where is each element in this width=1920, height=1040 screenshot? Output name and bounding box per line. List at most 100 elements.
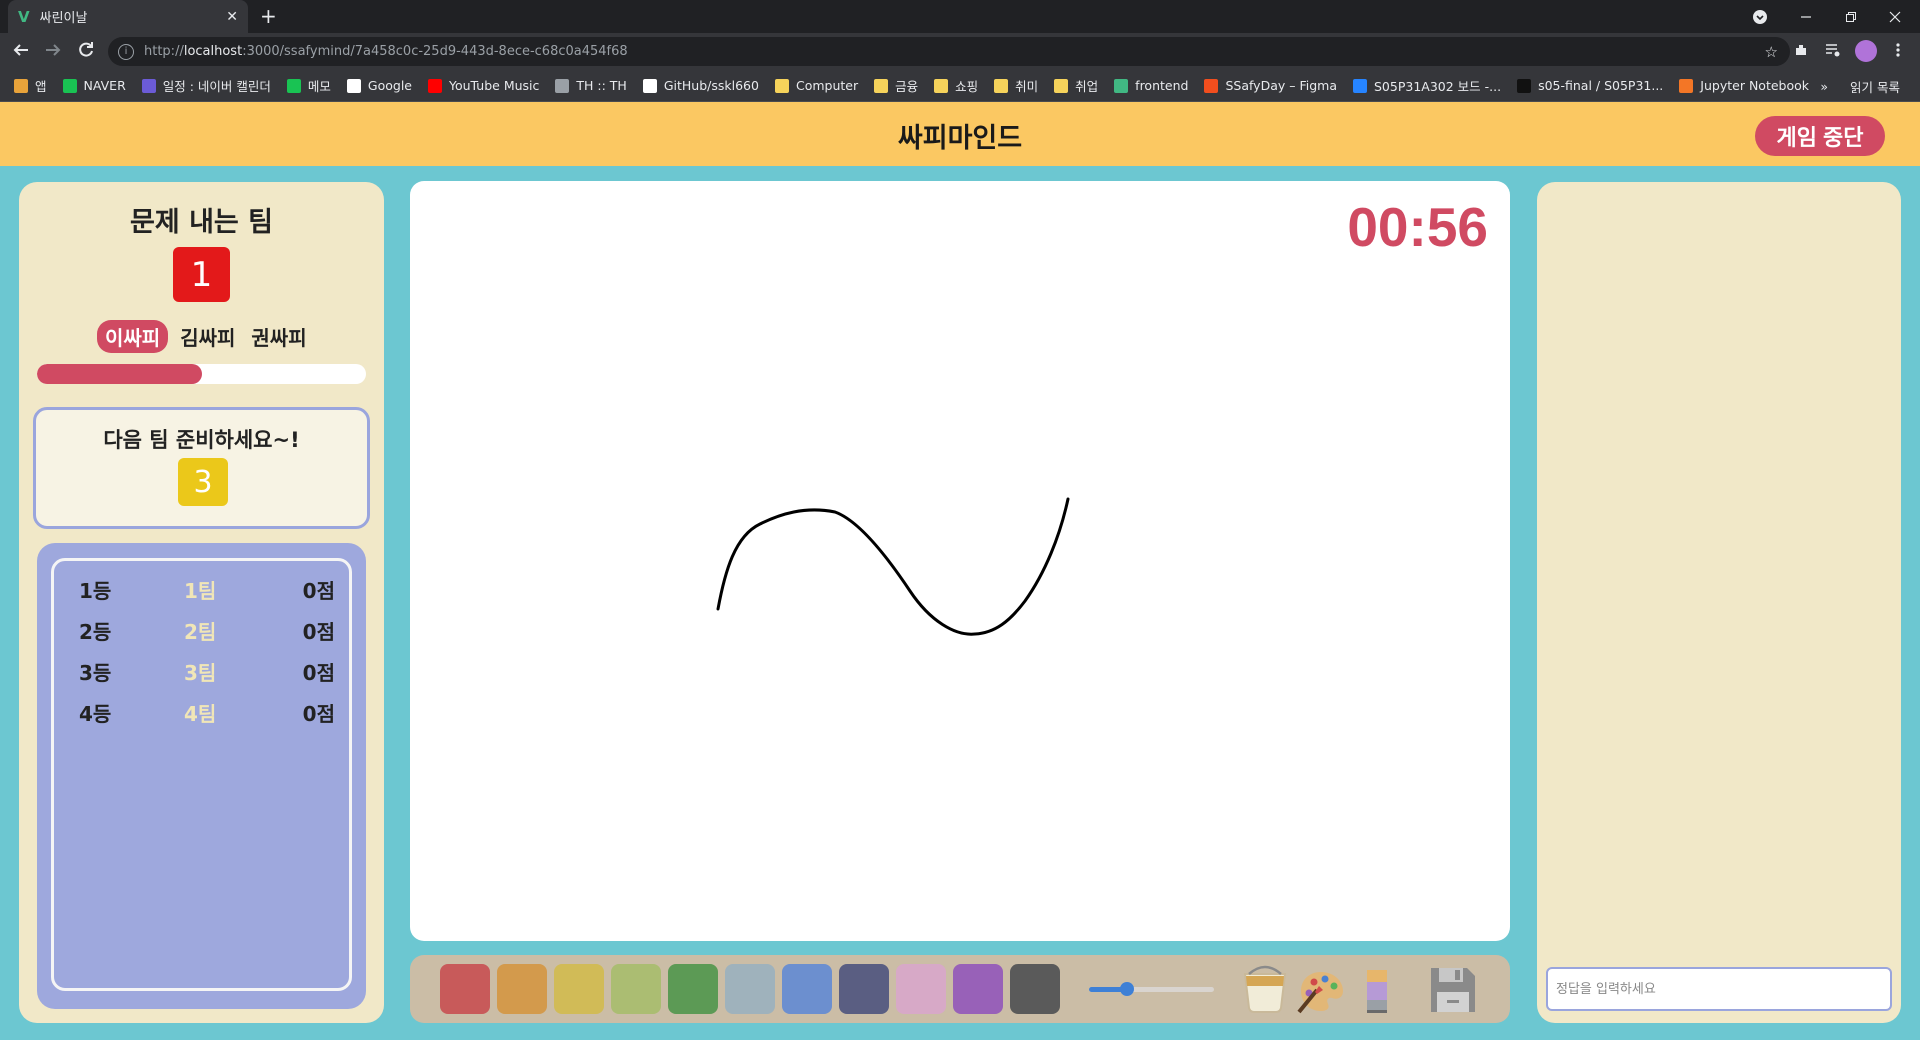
color-swatch[interactable] bbox=[611, 964, 661, 1014]
color-swatch[interactable] bbox=[953, 964, 1003, 1014]
color-swatch[interactable] bbox=[497, 964, 547, 1014]
bookmark-favicon-icon bbox=[874, 78, 889, 93]
tab-title: 싸린이날 bbox=[39, 11, 88, 26]
color-swatch[interactable] bbox=[554, 964, 604, 1014]
bookmark-label: 쇼핑 bbox=[955, 79, 979, 94]
bookmark-item[interactable]: S05P31A302 보드 -... bbox=[1352, 76, 1502, 95]
bookmark-item[interactable]: 취미 bbox=[994, 76, 1038, 95]
color-swatch[interactable] bbox=[896, 964, 946, 1014]
reading-list-button[interactable]: 읽기 목록 bbox=[1850, 77, 1900, 96]
bookmark-star-icon[interactable]: ☆ bbox=[1765, 43, 1778, 61]
forward-icon[interactable] bbox=[44, 41, 62, 64]
bookmark-item[interactable]: s05-final / S05P31... bbox=[1517, 78, 1663, 93]
app-title: 싸피마인드 bbox=[897, 123, 1023, 154]
bookmark-item[interactable]: 메모 bbox=[286, 76, 331, 95]
bookmark-label: Google bbox=[367, 78, 413, 93]
team-label: 3팀 bbox=[184, 661, 217, 685]
bookmark-favicon-icon bbox=[1204, 78, 1219, 93]
minimize-icon[interactable] bbox=[1800, 0, 1812, 33]
bookmark-favicon-icon bbox=[14, 78, 28, 93]
url-prefix: http:// bbox=[144, 44, 184, 59]
extensions-icon[interactable] bbox=[1793, 42, 1809, 62]
reload-icon[interactable] bbox=[77, 41, 95, 64]
bookmark-item[interactable]: 취업 bbox=[1054, 76, 1098, 95]
close-window-icon[interactable] bbox=[1889, 0, 1901, 33]
bookmark-item[interactable]: 쇼핑 bbox=[934, 76, 978, 95]
bookmark-item[interactable]: 금융 bbox=[874, 76, 918, 95]
browser-tab-bar: V 싸린이날 ✕ + bbox=[0, 0, 1920, 33]
team-panel: 문제 내는 팀 1 이싸피 김싸피 권싸피 다음 팀 준비하세요~! 3 1등 … bbox=[19, 182, 384, 1023]
scoreboard-row: 4등 4팀 0점 bbox=[54, 698, 349, 728]
bookmark-label: 금융 bbox=[895, 79, 919, 94]
next-team-number: 3 bbox=[178, 458, 228, 506]
site-info-icon[interactable]: i bbox=[118, 43, 134, 60]
url-host: localhost bbox=[183, 44, 243, 59]
address-bar[interactable]: i http://localhost:3000/ssafymind/7a458c… bbox=[108, 37, 1790, 66]
bookmark-item[interactable]: 일정 : 네이버 캘린더 bbox=[141, 76, 271, 95]
drawing-canvas[interactable]: 00:56 bbox=[410, 181, 1510, 941]
bookmark-favicon-icon bbox=[62, 78, 77, 93]
bookmark-item[interactable]: GitHub/sskl660 bbox=[642, 78, 759, 93]
drawing-toolbar bbox=[410, 955, 1510, 1023]
restore-icon[interactable] bbox=[1845, 0, 1857, 33]
bookmark-item[interactable]: Google bbox=[346, 78, 413, 93]
media-control-icon[interactable] bbox=[1825, 42, 1841, 62]
bookmark-label: NAVER bbox=[83, 78, 126, 93]
browser-tab[interactable]: V 싸린이날 ✕ bbox=[8, 0, 248, 33]
brush-size-slider[interactable] bbox=[1089, 982, 1214, 996]
bookmark-favicon-icon bbox=[428, 78, 443, 93]
member: 김싸피 bbox=[180, 326, 236, 350]
eraser-icon[interactable] bbox=[1351, 964, 1403, 1016]
bookmark-label: S05P31A302 보드 -... bbox=[1373, 79, 1502, 94]
bookmark-favicon-icon bbox=[346, 78, 361, 93]
more-bookmarks-icon[interactable]: » bbox=[1820, 79, 1828, 94]
browser-toolbar: i http://localhost:3000/ssafymind/7a458c… bbox=[0, 33, 1920, 70]
color-swatch[interactable] bbox=[668, 964, 718, 1014]
next-team-box: 다음 팀 준비하세요~! 3 bbox=[33, 407, 370, 529]
bookmark-item[interactable]: 앱 bbox=[14, 76, 47, 95]
next-team-message: 다음 팀 준비하세요~! bbox=[103, 428, 300, 452]
team-label: 1팀 bbox=[184, 579, 217, 603]
bookmark-favicon-icon bbox=[1054, 78, 1069, 93]
bookmark-label: 일정 : 네이버 캘린더 bbox=[162, 79, 271, 94]
bookmark-favicon-icon bbox=[141, 78, 156, 93]
bookmark-favicon-icon bbox=[1114, 78, 1129, 93]
menu-icon[interactable] bbox=[1895, 42, 1901, 62]
score-label: 0점 bbox=[302, 620, 335, 644]
bookmark-favicon-icon bbox=[555, 78, 570, 93]
palette-icon[interactable] bbox=[1295, 964, 1347, 1016]
color-swatch[interactable] bbox=[440, 964, 490, 1014]
back-icon[interactable] bbox=[12, 41, 30, 64]
tab-search-icon[interactable] bbox=[1752, 0, 1768, 33]
vue-favicon-icon: V bbox=[18, 7, 30, 26]
paint-bucket-icon[interactable] bbox=[1239, 964, 1291, 1016]
bookmark-favicon-icon bbox=[774, 78, 789, 93]
bookmark-item[interactable]: Computer bbox=[774, 78, 858, 93]
bookmark-label: Jupyter Notebook bbox=[1700, 78, 1810, 93]
save-icon[interactable] bbox=[1427, 964, 1479, 1016]
scoreboard-inner: 1등 1팀 0점 2등 2팀 0점 3등 3팀 0점 4등 4팀 0점 bbox=[51, 558, 352, 991]
color-swatch[interactable] bbox=[1010, 964, 1060, 1014]
stop-game-button[interactable]: 게임 중단 bbox=[1755, 116, 1885, 156]
color-swatch[interactable] bbox=[782, 964, 832, 1014]
profile-avatar[interactable] bbox=[1855, 40, 1877, 62]
new-tab-button[interactable]: + bbox=[260, 4, 277, 28]
rank-label: 1등 bbox=[79, 579, 112, 603]
bookmark-item[interactable]: NAVER bbox=[62, 78, 126, 93]
answer-input[interactable] bbox=[1546, 967, 1892, 1011]
bookmark-item[interactable]: frontend bbox=[1114, 78, 1188, 93]
bookmark-label: SSafyDay – Figma bbox=[1225, 78, 1337, 93]
drawing-team-title: 문제 내는 팀 bbox=[130, 207, 273, 238]
member-active: 이싸피 bbox=[97, 320, 169, 353]
bookmark-item[interactable]: Jupyter Notebook bbox=[1679, 78, 1809, 93]
bookmark-item[interactable]: TH :: TH bbox=[555, 78, 627, 93]
score-label: 0점 bbox=[302, 661, 335, 685]
color-swatch[interactable] bbox=[839, 964, 889, 1014]
bookmark-label: YouTube Music bbox=[449, 78, 540, 93]
color-swatch[interactable] bbox=[725, 964, 775, 1014]
bookmark-item[interactable]: SSafyDay – Figma bbox=[1204, 78, 1337, 93]
scoreboard: 1등 1팀 0점 2등 2팀 0점 3등 3팀 0점 4등 4팀 0점 bbox=[37, 543, 366, 1009]
brush-size-knob[interactable] bbox=[1119, 982, 1134, 996]
bookmark-item[interactable]: YouTube Music bbox=[428, 78, 539, 93]
close-tab-icon[interactable]: ✕ bbox=[226, 9, 238, 25]
